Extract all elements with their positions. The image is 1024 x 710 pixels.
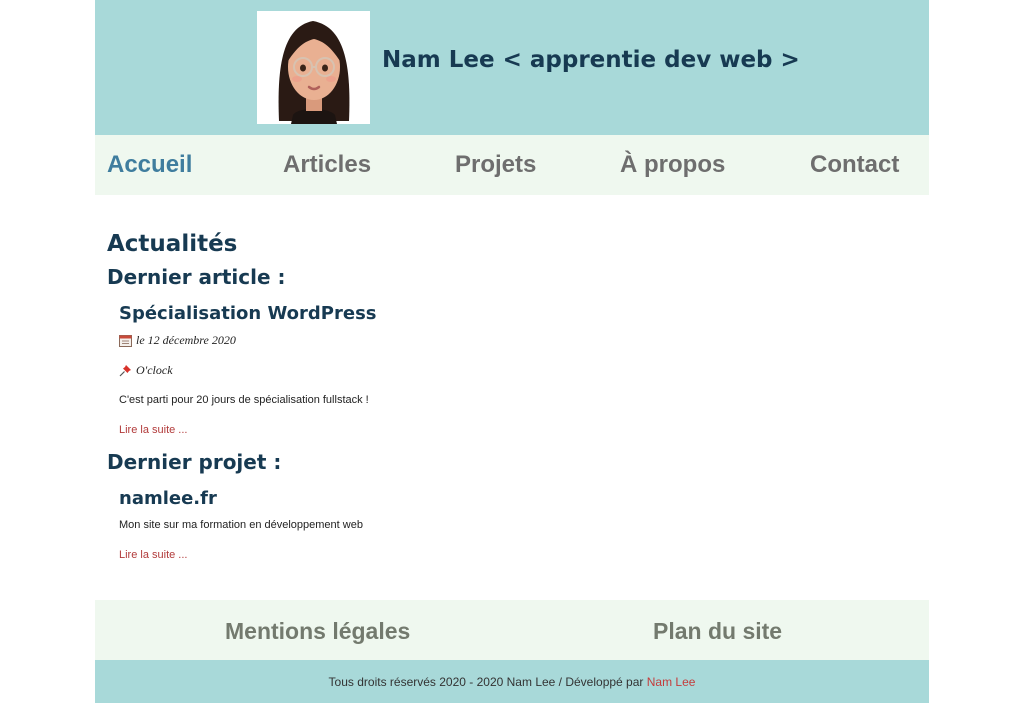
copyright-author-link[interactable]: Nam Lee bbox=[647, 675, 696, 689]
project-read-more-link[interactable]: Lire la suite ... bbox=[119, 549, 187, 561]
memoji-avatar-icon bbox=[257, 11, 370, 124]
article-read-more-link[interactable]: Lire la suite ... bbox=[119, 424, 187, 436]
copyright-prefix: Tous droits réservés 2020 - 2020 Nam Lee… bbox=[328, 675, 647, 689]
nav-item-a-propos[interactable]: À propos bbox=[620, 151, 725, 179]
latest-article-heading: Dernier article : bbox=[107, 265, 286, 289]
main-nav: Accueil Articles Projets À propos Contac… bbox=[95, 135, 929, 195]
site-header: Nam Lee < apprentie dev web > bbox=[95, 0, 929, 135]
article-date-text: le 12 décembre 2020 bbox=[136, 333, 236, 347]
nav-item-contact[interactable]: Contact bbox=[810, 151, 899, 179]
project-title[interactable]: namlee.fr bbox=[119, 488, 217, 509]
page-title: Actualités bbox=[107, 231, 238, 257]
article-date: le 12 décembre 2020 bbox=[119, 333, 236, 348]
nav-item-accueil[interactable]: Accueil bbox=[107, 151, 192, 179]
page: Nam Lee < apprentie dev web > Accueil Ar… bbox=[95, 0, 929, 703]
footer-nav: Mentions légales Plan du site bbox=[95, 600, 929, 660]
site-title: Nam Lee < apprentie dev web > bbox=[382, 47, 800, 73]
footer-link-mentions-legales[interactable]: Mentions légales bbox=[225, 618, 410, 645]
article-tag-text: O'clock bbox=[136, 363, 173, 377]
calendar-icon bbox=[119, 335, 132, 347]
nav-item-projets[interactable]: Projets bbox=[455, 151, 536, 179]
copyright-text: Tous droits réservés 2020 - 2020 Nam Lee… bbox=[95, 675, 929, 689]
footer-link-plan-du-site[interactable]: Plan du site bbox=[653, 618, 782, 645]
project-excerpt: Mon site sur ma formation en développeme… bbox=[119, 519, 363, 531]
latest-project-heading: Dernier projet : bbox=[107, 450, 282, 474]
article-excerpt: C'est parti pour 20 jours de spécialisat… bbox=[119, 394, 369, 406]
main-content: Actualités Dernier article : Spécialisat… bbox=[95, 195, 929, 600]
avatar bbox=[257, 11, 370, 124]
article-tag: O'clock bbox=[119, 363, 173, 378]
nav-item-articles[interactable]: Articles bbox=[283, 151, 371, 179]
copyright-bar: Tous droits réservés 2020 - 2020 Nam Lee… bbox=[95, 660, 929, 703]
article-title[interactable]: Spécialisation WordPress bbox=[119, 303, 377, 324]
pushpin-icon bbox=[119, 365, 131, 377]
